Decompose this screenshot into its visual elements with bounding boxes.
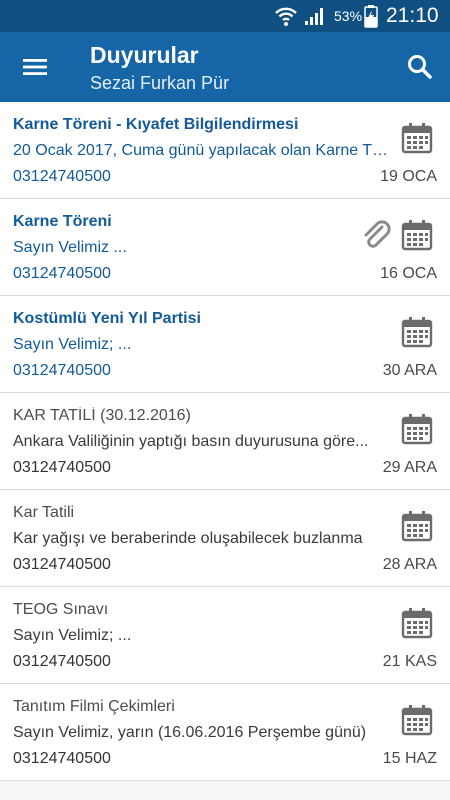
calendar-icon[interactable] — [401, 316, 433, 348]
announcement-title: TEOG Sınavı — [13, 601, 109, 618]
announcement-item[interactable]: TEOG Sınavı Sayın Velimiz; ... 031247405… — [0, 587, 450, 684]
announcement-phone: 03124740500 — [13, 265, 111, 282]
announcement-item[interactable]: Karne Töreni - Kıyafet Bilgilendirmesi 2… — [0, 102, 450, 199]
announcement-item[interactable]: Tanıtım Filmi Çekimleri Sayın Velimiz, y… — [0, 684, 450, 781]
announcement-preview: 20 Ocak 2017, Cuma günü yapılacak olan K… — [13, 142, 393, 159]
calendar-icon[interactable] — [401, 607, 433, 639]
calendar-icon[interactable] — [401, 704, 433, 736]
announcement-date: 15 HAZ — [382, 750, 437, 767]
calendar-icon[interactable] — [401, 510, 433, 542]
announcement-item[interactable]: Kostümlü Yeni Yıl Partisi Sayın Velimiz;… — [0, 296, 450, 393]
announcement-title: Karne Töreni - Kıyafet Bilgilendirmesi — [13, 116, 299, 133]
announcement-date: 21 KAS — [382, 653, 437, 670]
announcement-phone: 03124740500 — [13, 362, 111, 379]
signal-icon — [305, 8, 323, 25]
announcement-preview: Ankara Valiliğinin yaptığı basın duyurus… — [13, 433, 369, 450]
announcement-list[interactable]: Karne Töreni - Kıyafet Bilgilendirmesi 2… — [0, 102, 450, 800]
search-icon — [408, 55, 432, 79]
announcement-date: 28 ARA — [382, 556, 437, 573]
status-bar: 53% 21:10 — [0, 0, 450, 32]
announcement-date: 16 OCA — [380, 265, 437, 282]
announcement-phone: 03124740500 — [13, 750, 111, 767]
battery-percent: 53% — [334, 8, 363, 24]
announcement-title: Kostümlü Yeni Yıl Partisi — [13, 310, 201, 327]
attachment-icon — [364, 220, 391, 248]
announcement-title: Kar Tatili — [13, 504, 75, 521]
announcement-preview: Sayın Velimiz ... — [13, 239, 127, 256]
announcement-phone: 03124740500 — [13, 459, 111, 476]
menu-button[interactable] — [14, 50, 54, 84]
announcement-phone: 03124740500 — [13, 168, 111, 185]
announcement-item[interactable]: Kar Tatili Kar yağışı ve beraberinde olu… — [0, 490, 450, 587]
announcement-preview: Kar yağışı ve beraberinde oluşabilecek b… — [13, 530, 363, 547]
announcement-preview: Sayın Velimiz, yarın (16.06.2016 Perşemb… — [13, 724, 367, 741]
page-title: Duyurular — [90, 42, 199, 68]
battery-charging-icon — [364, 5, 378, 28]
announcement-date: 30 ARA — [382, 362, 437, 379]
hamburger-menu-icon — [23, 59, 47, 75]
announcement-phone: 03124740500 — [13, 556, 111, 573]
app-bar: Duyurular Sezai Furkan Pür — [0, 32, 450, 102]
announcement-preview: Sayın Velimiz; ... — [13, 627, 132, 644]
page-subtitle: Sezai Furkan Pür — [90, 73, 230, 93]
announcement-date: 29 ARA — [382, 459, 437, 476]
announcement-item[interactable]: KAR TATİLİ (30.12.2016) Ankara Valiliğin… — [0, 393, 450, 490]
announcement-title: Karne Töreni — [13, 213, 112, 230]
announcement-date: 19 OCA — [380, 168, 437, 185]
announcement-phone: 03124740500 — [13, 653, 111, 670]
calendar-icon[interactable] — [401, 122, 433, 154]
wifi-icon — [275, 7, 297, 26]
announcement-title: KAR TATİLİ (30.12.2016) — [13, 407, 191, 424]
search-button[interactable] — [402, 49, 438, 85]
announcement-preview: Sayın Velimiz; ... — [13, 336, 132, 353]
clock: 21:10 — [386, 4, 439, 27]
announcement-title: Tanıtım Filmi Çekimleri — [13, 698, 175, 715]
announcement-item[interactable]: Karne Töreni Sayın Velimiz ... 031247405… — [0, 199, 450, 296]
calendar-icon[interactable] — [401, 219, 433, 251]
calendar-icon[interactable] — [401, 413, 433, 445]
